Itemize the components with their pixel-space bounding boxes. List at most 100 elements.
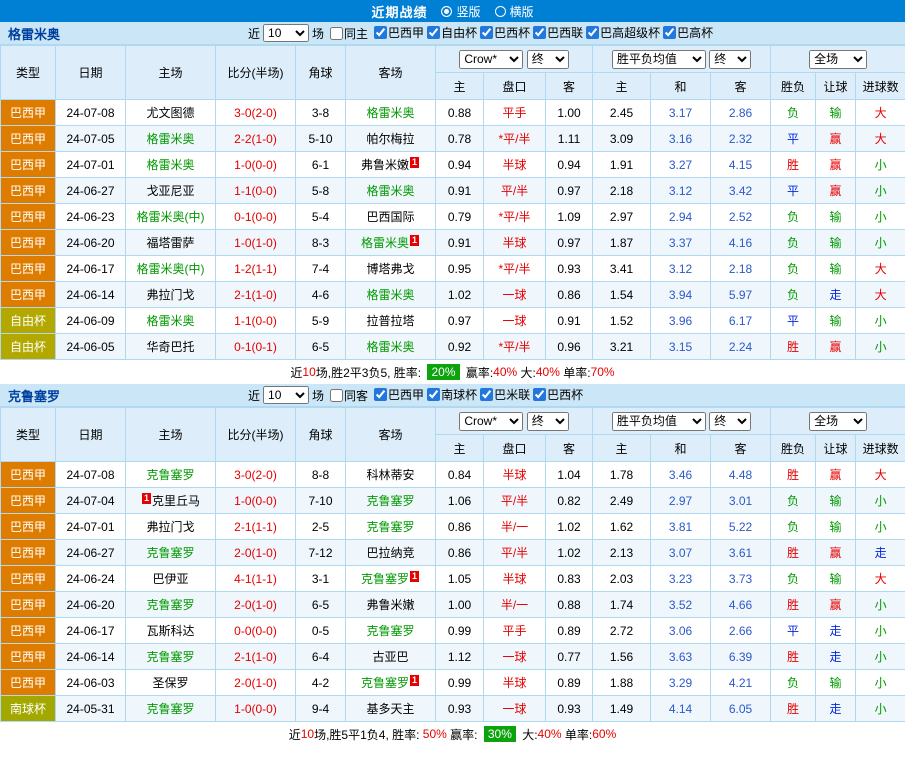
odds-away-cell: 0.77 bbox=[546, 644, 593, 670]
odds-final-select[interactable]: 终 bbox=[527, 412, 569, 431]
odds-company-select[interactable]: Crow* bbox=[459, 412, 523, 431]
subcol-handicap: 盘口 bbox=[484, 73, 546, 100]
league-filter-checkbox[interactable]: 南球杯 bbox=[427, 386, 477, 403]
league-filter-checkbox[interactable]: 巴西甲 bbox=[374, 386, 424, 403]
odds-away-cell: 0.93 bbox=[546, 696, 593, 722]
league-filter-checkbox[interactable]: 巴西杯 bbox=[533, 386, 583, 403]
summary-segment: 单率: bbox=[560, 364, 591, 381]
odds-company-select[interactable]: Crow* bbox=[459, 50, 523, 69]
scope-select[interactable]: 全场 bbox=[809, 50, 867, 69]
date-cell: 24-06-17 bbox=[56, 256, 126, 282]
league-filter-checkbox-input[interactable] bbox=[586, 26, 599, 39]
team-name: 格雷米奥 bbox=[146, 158, 194, 172]
odds-away-cell: 1.00 bbox=[546, 100, 593, 126]
header-row-top: 类型 日期 主场 比分(半场) 角球 客场 Crow* 终 胜平负均值 终 全场 bbox=[1, 46, 905, 73]
match-row: 巴西甲24-06-24巴伊亚4-1(1-1)3-1克鲁塞罗11.05半球0.83… bbox=[1, 566, 905, 592]
home-team-cell: 圣保罗 bbox=[126, 670, 216, 696]
date-cell: 24-06-14 bbox=[56, 644, 126, 670]
league-filter-label: 巴米联 bbox=[494, 386, 530, 403]
league-cell: 巴西甲 bbox=[1, 230, 56, 256]
goals-result-cell: 大 bbox=[856, 100, 905, 126]
avg-home-cell: 1.54 bbox=[593, 282, 651, 308]
avg-odds-select[interactable]: 胜平负均值 bbox=[612, 50, 706, 69]
team-name: 克鲁塞罗 bbox=[146, 598, 194, 612]
team-name: 克鲁塞罗 bbox=[146, 468, 194, 482]
corner-cell: 3-8 bbox=[296, 100, 346, 126]
handicap-cell: *平/半 bbox=[484, 126, 546, 152]
score-cell: 4-1(1-1) bbox=[216, 566, 296, 592]
league-filter-checkbox-input[interactable] bbox=[480, 26, 493, 39]
away-team-cell: 弗鲁米嫩1 bbox=[346, 152, 436, 178]
handicap-result-cell: 输 bbox=[816, 256, 856, 282]
league-filter-checkbox[interactable]: 巴米联 bbox=[480, 386, 530, 403]
summary-segment: 近 bbox=[290, 364, 302, 381]
result-cell: 平 bbox=[771, 308, 816, 334]
team-name: 弗鲁米嫩 bbox=[361, 158, 409, 172]
avg-draw-cell: 3.23 bbox=[651, 566, 711, 592]
scope-select[interactable]: 全场 bbox=[809, 412, 867, 431]
avg-header-cell: 胜平负均值 终 bbox=[593, 46, 771, 73]
same-venue-checkbox[interactable]: 同客 bbox=[330, 387, 368, 404]
radio-horizontal-layout[interactable]: 横版 bbox=[495, 3, 534, 20]
odds-away-cell: 0.89 bbox=[546, 618, 593, 644]
avg-odds-select[interactable]: 胜平负均值 bbox=[612, 412, 706, 431]
league-filter-checkbox-input[interactable] bbox=[663, 26, 676, 39]
avg-draw-cell: 3.27 bbox=[651, 152, 711, 178]
away-team-cell: 克鲁塞罗 bbox=[346, 488, 436, 514]
avg-home-cell: 2.03 bbox=[593, 566, 651, 592]
handicap-result-cell: 输 bbox=[816, 670, 856, 696]
league-filter-checkbox-input[interactable] bbox=[374, 26, 387, 39]
league-filter-checkbox-input[interactable] bbox=[427, 26, 440, 39]
avg-draw-cell: 3.29 bbox=[651, 670, 711, 696]
score-cell: 0-1(0-1) bbox=[216, 334, 296, 360]
league-filter-checkbox-input[interactable] bbox=[533, 26, 546, 39]
match-count-select[interactable]: 10 bbox=[263, 386, 309, 404]
odds-home-cell: 0.92 bbox=[436, 334, 484, 360]
home-team-cell: 戈亚尼亚 bbox=[126, 178, 216, 204]
handicap-result-cell: 赢 bbox=[816, 152, 856, 178]
match-count-select[interactable]: 10 bbox=[263, 24, 309, 42]
home-team-cell: 瓦斯科达 bbox=[126, 618, 216, 644]
match-row: 巴西甲24-06-27戈亚尼亚1-1(0-0)5-8格雷米奥0.91平/半0.9… bbox=[1, 178, 905, 204]
league-filter-checkbox[interactable]: 巴西联 bbox=[533, 24, 583, 41]
home-team-cell: 克鲁塞罗 bbox=[126, 462, 216, 488]
league-filter-checkbox-input[interactable] bbox=[427, 388, 440, 401]
league-filter-checkbox[interactable]: 巴西杯 bbox=[480, 24, 530, 41]
league-filter-checkbox[interactable]: 自由杯 bbox=[427, 24, 477, 41]
subcol-odds-home: 主 bbox=[436, 435, 484, 462]
goals-result-cell: 小 bbox=[856, 514, 905, 540]
goals-result-cell: 小 bbox=[856, 488, 905, 514]
results-table: 类型 日期 主场 比分(半场) 角球 客场 Crow* 终 胜平负均值 终 全场 bbox=[0, 45, 905, 360]
handicap-result-cell: 输 bbox=[816, 204, 856, 230]
result-cell: 负 bbox=[771, 566, 816, 592]
corner-cell: 8-3 bbox=[296, 230, 346, 256]
same-venue-checkbox-input[interactable] bbox=[330, 389, 343, 402]
league-filter-label: 巴西杯 bbox=[494, 24, 530, 41]
league-filter-checkbox-input[interactable] bbox=[374, 388, 387, 401]
avg-final-select[interactable]: 终 bbox=[709, 50, 751, 69]
odds-final-select[interactable]: 终 bbox=[527, 50, 569, 69]
match-row: 巴西甲24-06-17格雷米奥(中)1-2(1-1)7-4博塔弗戈0.95*平/… bbox=[1, 256, 905, 282]
away-team-cell: 基多天主 bbox=[346, 696, 436, 722]
radio-vertical-layout[interactable]: 竖版 bbox=[441, 3, 480, 20]
same-venue-checkbox[interactable]: 同主 bbox=[330, 25, 368, 42]
home-team-cell: 格雷米奥(中) bbox=[126, 256, 216, 282]
league-filter-checkbox-input[interactable] bbox=[533, 388, 546, 401]
goals-result-cell: 小 bbox=[856, 592, 905, 618]
team-name: 福塔雷萨 bbox=[146, 236, 194, 250]
league-filter-checkbox[interactable]: 巴高杯 bbox=[663, 24, 713, 41]
league-filter-checkbox[interactable]: 巴高超级杯 bbox=[586, 24, 660, 41]
goals-result-cell: 小 bbox=[856, 670, 905, 696]
avg-draw-cell: 4.14 bbox=[651, 696, 711, 722]
summary-segment: 赢率: bbox=[447, 726, 481, 743]
avg-home-cell: 1.49 bbox=[593, 696, 651, 722]
league-filter-checkbox-input[interactable] bbox=[480, 388, 493, 401]
match-row: 南球杯24-05-31克鲁塞罗1-0(0-0)9-4基多天主0.93一球0.93… bbox=[1, 696, 905, 722]
summary-segment: 场,胜5平1负4, 胜率: bbox=[314, 726, 423, 743]
league-filter-checkbox[interactable]: 巴西甲 bbox=[374, 24, 424, 41]
avg-final-select[interactable]: 终 bbox=[709, 412, 751, 431]
league-cell: 巴西甲 bbox=[1, 566, 56, 592]
same-venue-checkbox-input[interactable] bbox=[330, 27, 343, 40]
summary-segment: 40% bbox=[538, 727, 562, 741]
team-name: 巴伊亚 bbox=[152, 572, 188, 586]
